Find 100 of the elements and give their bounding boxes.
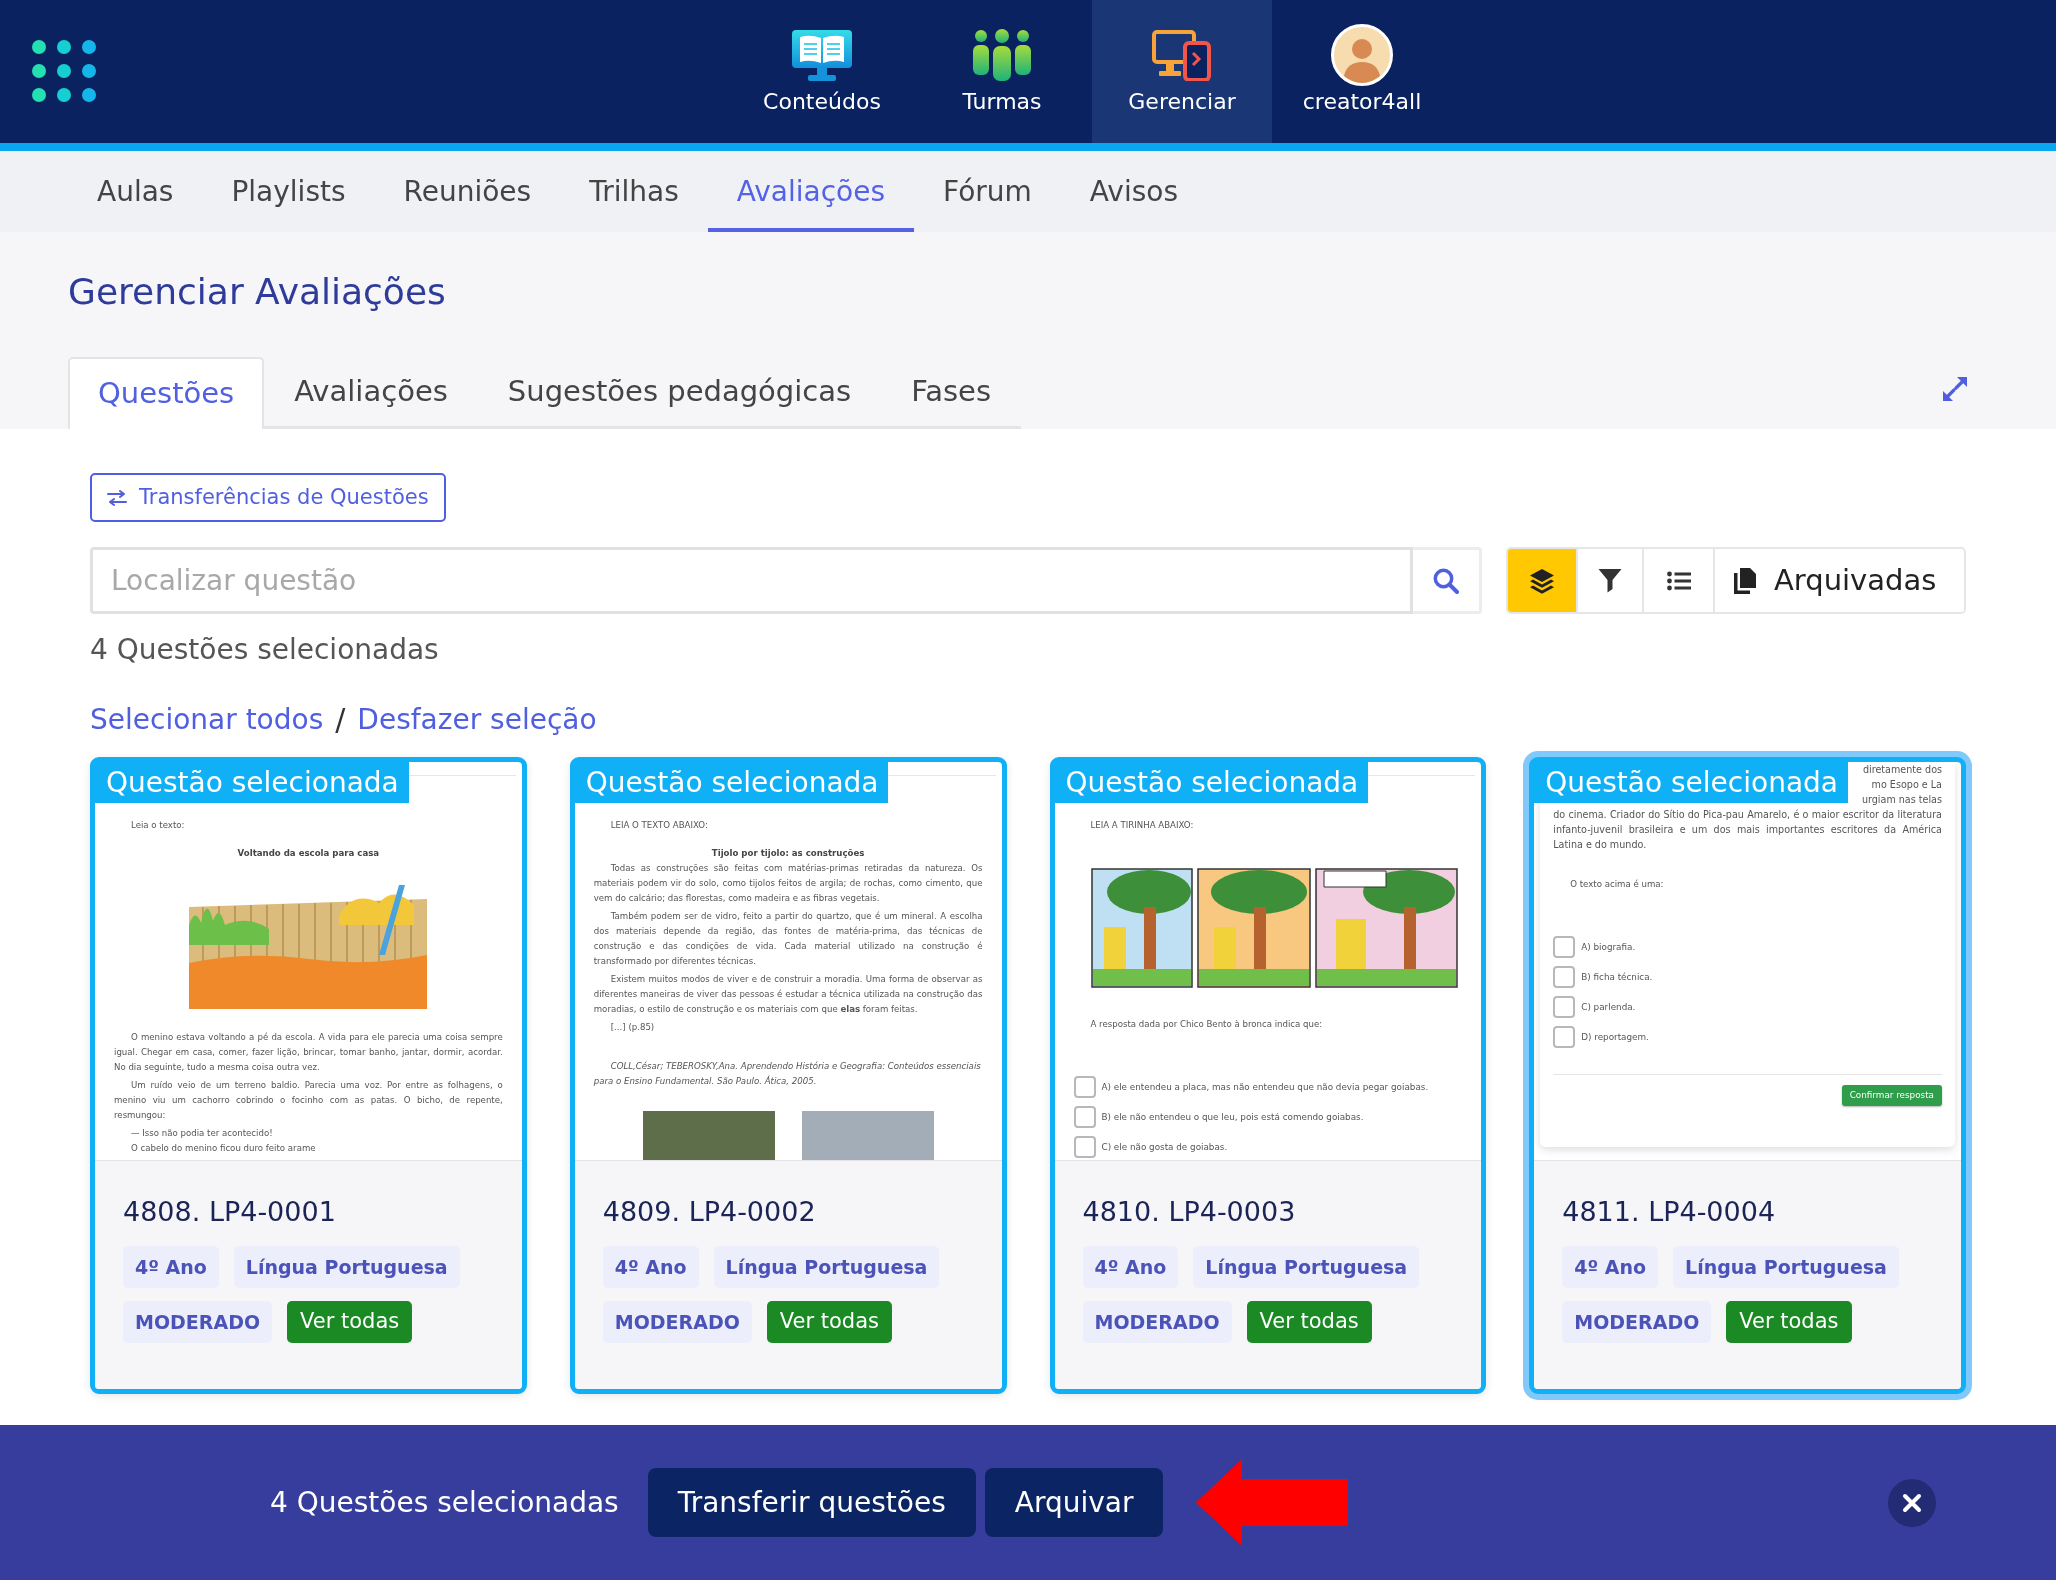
section-tab[interactable]: Avisos [1060, 151, 1207, 232]
tag: 4º Ano [602, 1246, 699, 1288]
question-card[interactable] [90, 757, 527, 1394]
selected-label: Questão selecionada [1054, 762, 1369, 803]
preview-heading: Voltando da escola para casa [236, 847, 381, 860]
selected-label: Questão selecionada [1534, 762, 1848, 803]
swap-arrows-icon [107, 489, 127, 506]
preview-paragraph: O menino estava voltando a pé da escola. A vida para ele parecia uma coisa sempre igual. Chegar em casa, comer, fazer lição, brincar, tomar banho, jantar, dormir, acordar. No dia seguinte, tudo a mesma coisa outra vez. [114, 1031, 503, 1074]
option-text: A) ele entendeu a placa, mas não entendeu que não devia pegar goiabas. [1101, 1080, 1429, 1094]
preview-text: A resposta dada por Chico Bento à bronca indica que: [1089, 1018, 1324, 1031]
view-all-button[interactable]: Ver todas [1246, 1301, 1372, 1343]
checkbox[interactable] [1553, 1026, 1576, 1048]
devices-icon [1151, 29, 1213, 81]
nav-tab[interactable]: Conteúdos [732, 0, 912, 143]
preview-text: — Isso não podia ter acontecido! [130, 1127, 274, 1140]
tab[interactable]: Questões [68, 357, 265, 429]
option-text: B) ele não entendeu o que leu, pois está comendo goiabas. [1101, 1110, 1364, 1124]
apps-grid-icon[interactable] [32, 40, 96, 102]
question-card[interactable] [569, 757, 1007, 1394]
avatar-icon [1331, 24, 1393, 86]
monitor-book-icon [791, 29, 853, 81]
transfer-button[interactable]: Transferir questões [647, 1468, 976, 1537]
view-all-button[interactable]: Ver todas [766, 1301, 892, 1343]
clear-selection-link[interactable]: Desfazer seleção [357, 702, 597, 738]
preview-text: diretamente dos [1862, 763, 1942, 777]
page-title: Gerenciar Avaliações [68, 270, 446, 314]
difficulty-tag: MODERADO [602, 1301, 752, 1343]
view-all-button[interactable]: Ver todas [1726, 1301, 1852, 1343]
preview-text: [...] (p.85) [609, 1021, 656, 1034]
checkbox[interactable] [1073, 1106, 1096, 1128]
selection-count: 4 Questões selecionadas [90, 632, 439, 668]
transfers-button[interactable]: Transferências de Questões [90, 473, 446, 522]
preview-paragraph: do cinema. Criador do Sítio do Pica-pau Amarelo, é o maior escritor da literatura infanto-juvenil brasileira e um dos mais importantes escritores da América Latina e do mundo. [1553, 808, 1942, 852]
search-button[interactable] [1413, 547, 1482, 614]
preview-text: O cabelo do menino ficou duro feito arame [130, 1142, 317, 1155]
list-icon [1666, 570, 1691, 591]
tag: Língua Portuguesa [713, 1246, 940, 1288]
preview-text: Leia o texto: [130, 819, 186, 832]
nav-tab[interactable]: Gerenciar [1092, 0, 1272, 143]
filter-button[interactable] [1576, 549, 1644, 612]
close-icon[interactable] [1888, 1478, 1936, 1527]
preview-text: LEIA O TEXTO ABAIXO: [609, 819, 709, 832]
question-card[interactable] [1049, 757, 1487, 1394]
people-icon [971, 29, 1033, 81]
option-text: D) reportagem. [1581, 1030, 1649, 1044]
tag: Língua Portuguesa [233, 1246, 460, 1288]
question-code: 4809. LP4-0002 [602, 1195, 816, 1229]
tag: 4º Ano [1562, 1246, 1659, 1288]
checkbox[interactable] [1073, 1136, 1096, 1158]
view-all-button[interactable]: Ver todas [287, 1301, 413, 1343]
difficulty-tag: MODERADO [1562, 1301, 1712, 1343]
section-tab[interactable]: Reuniões [374, 151, 561, 232]
search-icon [1433, 567, 1459, 594]
select-all-link[interactable]: Selecionar todos [90, 702, 324, 738]
tag: Língua Portuguesa [1193, 1246, 1420, 1288]
documents-icon [1734, 567, 1756, 594]
profile-button[interactable]: creator4all [1272, 0, 1452, 143]
tag: 4º Ano [123, 1246, 219, 1288]
option-text: C) ele não gosta de goiabas. [1101, 1140, 1228, 1154]
selected-label: Questão selecionada [574, 762, 889, 803]
preview-paragraph: Um ruído veio de um terreno baldio. Parecia uma voz. Por entre as folhagens, o menino viu um cachorro cobrindo o focinho com as patas. O bicho, de repente, resmungou: [114, 1079, 503, 1122]
preview-paragraph: Também podem ser de vidro, feito a partir do quartzo, que é um mineral. A escolha dos materiais depende da região, das fontes de matéria-prima, das técnicas de construção e das condições de vida. Cada material utilizado na construção é transformado por diferentes técnicas. [593, 910, 983, 968]
preview-text: urgiam nas telas [1861, 793, 1942, 807]
separator: / [335, 702, 346, 738]
checkbox[interactable] [1553, 996, 1576, 1018]
preview-paragraph: Todas as construções são feitas com matérias-primas retiradas da natureza. Os materiais podem vir do solo, como tijolos feitos de argila; de rochas, como cimento, que vem do calcário; das florestas, como madeira e as fibras vegetais. [593, 862, 983, 905]
section-tab[interactable]: Playlists [202, 151, 375, 232]
option-text: B) ficha técnica. [1581, 970, 1653, 984]
option-text: C) parlenda. [1581, 1000, 1636, 1014]
difficulty-tag: MODERADO [123, 1301, 273, 1343]
question-code: 4810. LP4-0003 [1082, 1195, 1296, 1229]
section-tab[interactable]: Trilhas [560, 151, 708, 232]
difficulty-tag: MODERADO [1082, 1301, 1232, 1343]
layers-button[interactable] [1508, 549, 1576, 612]
preview-paragraph: Existem muitos modos de viver e de construir a moradia. Uma forma de observar as diferentes maneiras de viver das pessoas é estudar a técnica utilizada na construção das moradias, o estilo de construção e os materiais com que elas foram feitas. [593, 973, 983, 1016]
preview-text: mo Esopo e La [1871, 778, 1942, 792]
selection-count: 4 Questões selecionadas [270, 1484, 619, 1521]
tag: Língua Portuguesa [1673, 1246, 1899, 1288]
section-tab[interactable]: Fórum [914, 151, 1061, 232]
expand-icon[interactable] [1942, 376, 1968, 402]
filter-icon [1598, 568, 1622, 593]
nav-tab[interactable]: Turmas [912, 0, 1092, 143]
option-text: A) biografia. [1581, 940, 1636, 954]
left-arrow-icon [1196, 1459, 1349, 1546]
citation-text: COLL,César; TEBEROSKY,Ana. Aprendendo História e Geografia: Conteúdos essenciais para o Ensino Fundamental. São Paulo. Ática, 2005. [593, 1060, 982, 1088]
tag: 4º Ano [1082, 1246, 1179, 1288]
section-tab[interactable]: Aulas [68, 151, 203, 232]
archived-button[interactable]: Arquivadas [1713, 549, 1964, 612]
archive-button[interactable]: Arquivar [984, 1468, 1164, 1537]
layers-icon [1529, 567, 1555, 594]
question-code: 4811. LP4-0004 [1562, 1195, 1776, 1229]
search-field[interactable]: Localizar questão [90, 547, 1413, 614]
preview-text: LEIA A TIRINHA ABAIXO: [1089, 819, 1195, 832]
checkbox[interactable] [1553, 936, 1576, 958]
question-code: 4808. LP4-0001 [123, 1195, 336, 1229]
preview-text: O texto acima é uma: [1569, 878, 1665, 891]
selected-label: Questão selecionada [95, 762, 409, 803]
preview-heading: Tijolo por tijolo: as construções [710, 847, 866, 860]
checkbox[interactable] [1073, 1076, 1096, 1098]
checkbox[interactable] [1553, 966, 1576, 988]
